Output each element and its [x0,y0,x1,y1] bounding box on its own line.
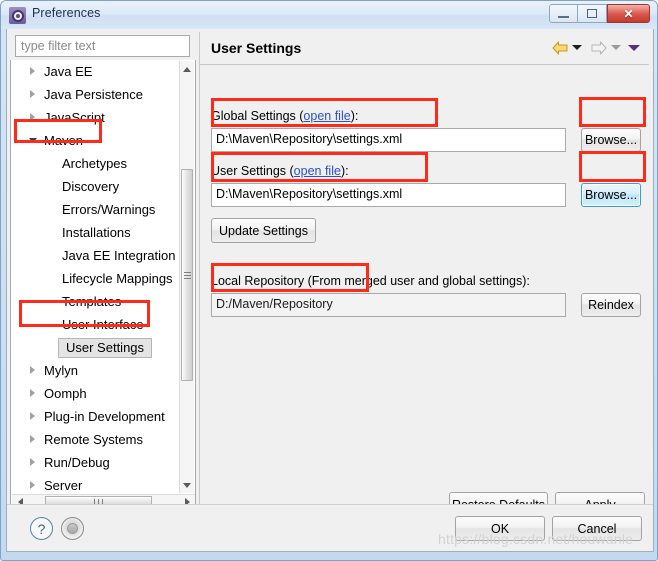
tree-item-label: Oomph [44,386,87,401]
tree-item-lifecycle-mappings[interactable]: Lifecycle Mappings [11,267,181,290]
tree-item-label: Java Persistence [44,87,143,102]
scroll-up-button[interactable] [180,61,194,77]
tree-item-remote-systems[interactable]: Remote Systems [11,428,181,451]
tree-vertical-scrollbar[interactable] [179,61,194,493]
maximize-button[interactable] [578,4,607,23]
back-dropdown-chevron-down-icon[interactable] [572,45,582,50]
tree-expand-arrow-closed-icon[interactable] [29,481,38,490]
grip-icon [183,270,191,281]
tree-item-oomph[interactable]: Oomph [11,382,181,405]
preferences-tree-panel: type filter text Java EE Java Persistence… [10,32,196,520]
tree-item-errors-warnings[interactable]: Errors/Warnings [11,198,181,221]
triangle-up-icon [183,66,191,72]
tree-item-run-debug[interactable]: Run/Debug [11,451,181,474]
forward-arrow-icon [591,41,607,55]
tree-item-discovery[interactable]: Discovery [11,175,181,198]
page-header: User Settings [200,32,649,65]
dialog-client-area: type filter text Java EE Java Persistence… [6,29,654,552]
tree-expand-arrow-closed-icon[interactable] [29,366,38,375]
global-settings-open-file-link[interactable]: open file [303,109,350,123]
tree-items-container: Java EE Java Persistence JavaScript Maven Ar… [11,60,181,490]
tree-item-label: Templates [62,294,122,309]
tree-item-label: Maven [44,133,84,148]
tree-item-maven[interactable]: Maven [11,129,181,152]
ok-button[interactable]: OK [455,516,545,541]
user-settings-browse-button[interactable]: Browse... [581,183,641,207]
tree-item-label: JavaScript [44,110,105,125]
tree-item-label: Installations [62,225,131,240]
local-repository-label: Local Repository (From merged user and g… [211,274,530,288]
tree-item-label: Archetypes [62,156,128,171]
scroll-down-button[interactable] [180,477,194,493]
forward-dropdown-chevron-down-icon [611,45,621,50]
tree-item-label: User Settings [58,337,153,358]
minimize-button[interactable] [549,4,578,23]
filter-input[interactable]: type filter text [15,35,190,57]
title-bar[interactable]: Preferences ✕ [1,1,657,29]
tree-item-label: Run/Debug [44,455,110,470]
tree-expand-arrow-closed-icon[interactable] [29,412,38,421]
update-settings-button[interactable]: Update Settings [211,218,316,243]
back-arrow-icon[interactable] [552,41,568,55]
tree-item-label: Plug-in Development [44,409,165,424]
vertical-scrollbar-thumb[interactable] [181,169,193,381]
tree-item-java-ee-integration[interactable]: Java EE Integration [11,244,181,267]
tree-expand-arrow-closed-icon[interactable] [29,458,38,467]
tree-item-javascript[interactable]: JavaScript [11,106,181,129]
close-button[interactable]: ✕ [607,4,650,23]
tree-item-label: Discovery [62,179,120,194]
tree-item-label: Mylyn [44,363,78,378]
dialog-footer: ? OK Cancel [7,504,653,551]
tree-item-mylyn[interactable]: Mylyn [11,359,181,382]
cancel-button[interactable]: Cancel [552,516,642,541]
close-icon: ✕ [623,6,634,21]
global-settings-label: Global Settings (open file): [211,109,359,123]
local-repository-input: D:/Maven/Repository [211,293,566,317]
tree-item-user-settings[interactable]: User Settings [11,336,181,359]
reindex-button[interactable]: Reindex [581,293,641,317]
tree-item-label: Server [44,478,83,490]
global-settings-browse-button[interactable]: Browse... [581,128,641,152]
global-settings-input[interactable]: D:\Maven\Repository\settings.xml [211,128,566,152]
tree-item-label: Java EE Integration [62,248,176,263]
tree-item-label: Lifecycle Mappings [62,271,173,286]
tree-item-templates[interactable]: Templates [11,290,181,313]
tree-expand-arrow-open-icon[interactable] [29,136,38,145]
window-title: Preferences [32,6,101,20]
user-settings-label: User Settings (open file): [211,164,349,178]
tree-expand-arrow-closed-icon[interactable] [29,389,38,398]
tree-item-label: Java EE [44,64,93,79]
preferences-tree[interactable]: Java EE Java Persistence JavaScript Maven Ar… [10,60,196,512]
tree-item-java-ee[interactable]: Java EE [11,60,181,83]
user-settings-input[interactable]: D:\Maven\Repository\settings.xml [211,183,566,207]
tree-item-server[interactable]: Server [11,474,181,490]
shell-status-icon[interactable] [61,517,84,540]
preferences-window: Preferences ✕ type filter text Java EE Ja… [0,0,658,561]
tree-item-label: Errors/Warnings [62,202,156,217]
page-title: User Settings [211,40,302,56]
preferences-gear-icon [9,7,26,24]
tree-item-label: Remote Systems [44,432,143,447]
triangle-down-icon [183,482,191,488]
page-body: Global Settings (open file): D:\Maven\Re… [200,64,649,520]
tree-item-installations[interactable]: Installations [11,221,181,244]
tree-item-java-persistence[interactable]: Java Persistence [11,83,181,106]
tree-item-plug-in-development[interactable]: Plug-in Development [11,405,181,428]
tree-item-label: User Interface [62,317,144,332]
tree-expand-arrow-closed-icon[interactable] [29,67,38,76]
tree-item-user-interface[interactable]: User Interface [11,313,181,336]
tree-item-archetypes[interactable]: Archetypes [11,152,181,175]
tree-expand-arrow-closed-icon[interactable] [29,435,38,444]
page-menu-chevron-down-icon[interactable] [628,45,640,51]
settings-page-panel: User Settings Global Settings (open file… [199,32,649,520]
user-settings-open-file-link[interactable]: open file [294,164,341,178]
tree-expand-arrow-closed-icon[interactable] [29,90,38,99]
tree-expand-arrow-closed-icon[interactable] [29,113,38,122]
help-question-icon[interactable]: ? [30,517,53,540]
